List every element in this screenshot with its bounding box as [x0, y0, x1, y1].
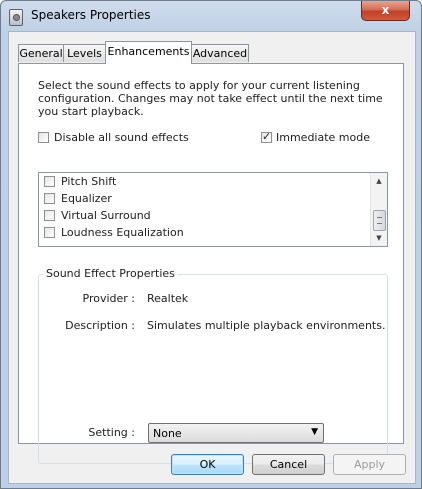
effect-label: Virtual Surround — [61, 209, 151, 222]
effects-scrollbar[interactable]: ▲ ▼ — [370, 173, 387, 246]
provider-label: Provider : — [82, 292, 136, 305]
dialog-client-area: General Levels Enhancements Advanced Sel… — [8, 31, 416, 484]
effect-checkbox-pitch-shift[interactable] — [44, 176, 55, 187]
setting-label: Setting : — [88, 426, 135, 439]
effect-checkbox-virtual-surround[interactable] — [44, 210, 55, 221]
tab-general[interactable]: General — [18, 44, 64, 62]
scroll-down-icon[interactable]: ▼ — [371, 230, 387, 246]
chevron-down-icon: ▼ — [311, 427, 318, 437]
effect-label: Pitch Shift — [61, 175, 117, 188]
tab-advanced[interactable]: Advanced — [191, 44, 249, 62]
effect-label: Loudness Equalization — [61, 226, 184, 239]
effects-list[interactable]: Pitch Shift Equalizer Virtual Surround L… — [38, 172, 388, 247]
immediate-mode-checkbox[interactable] — [261, 130, 272, 143]
list-item[interactable]: Loudness Equalization — [39, 224, 369, 241]
enhancements-panel: Select the sound effects to apply for yo… — [18, 63, 404, 464]
speakers-properties-window: Speakers Properties x General Levels Enh… — [0, 0, 422, 489]
title-bar[interactable]: Speakers Properties x — [1, 1, 421, 31]
scroll-up-icon[interactable]: ▲ — [371, 173, 387, 189]
close-button[interactable]: x — [361, 1, 410, 21]
enhancements-description: Select the sound effects to apply for yo… — [38, 79, 383, 118]
effect-label: Equalizer — [61, 192, 112, 205]
effect-checkbox-loudness-equalization[interactable] — [44, 227, 55, 238]
list-item[interactable]: Equalizer — [39, 190, 369, 207]
apply-button[interactable]: Apply — [333, 454, 406, 475]
speaker-icon — [9, 9, 23, 26]
list-item[interactable]: Virtual Surround — [39, 207, 369, 224]
provider-value: Realtek — [147, 292, 189, 305]
window-title: Speakers Properties — [31, 8, 151, 22]
scroll-thumb[interactable] — [373, 210, 386, 231]
effect-checkbox-equalizer[interactable] — [44, 193, 55, 204]
setting-selected-value: None — [153, 427, 182, 440]
list-item[interactable]: Pitch Shift — [39, 173, 369, 190]
group-title: Sound Effect Properties — [43, 267, 178, 280]
description-label: Description : — [65, 319, 135, 332]
sound-effect-properties-group: Sound Effect Properties Provider : Realt… — [38, 267, 388, 464]
ok-button[interactable]: OK — [171, 454, 244, 475]
cancel-button[interactable]: Cancel — [252, 454, 325, 475]
immediate-mode-label[interactable]: Immediate mode — [276, 131, 370, 144]
disable-all-label[interactable]: Disable all sound effects — [54, 131, 189, 144]
description-value: Simulates multiple playback environments… — [147, 319, 386, 332]
tab-levels[interactable]: Levels — [63, 44, 106, 62]
setting-dropdown[interactable]: None ▼ — [148, 423, 324, 443]
disable-all-checkbox[interactable] — [38, 132, 49, 143]
tab-enhancements[interactable]: Enhancements — [105, 41, 192, 64]
